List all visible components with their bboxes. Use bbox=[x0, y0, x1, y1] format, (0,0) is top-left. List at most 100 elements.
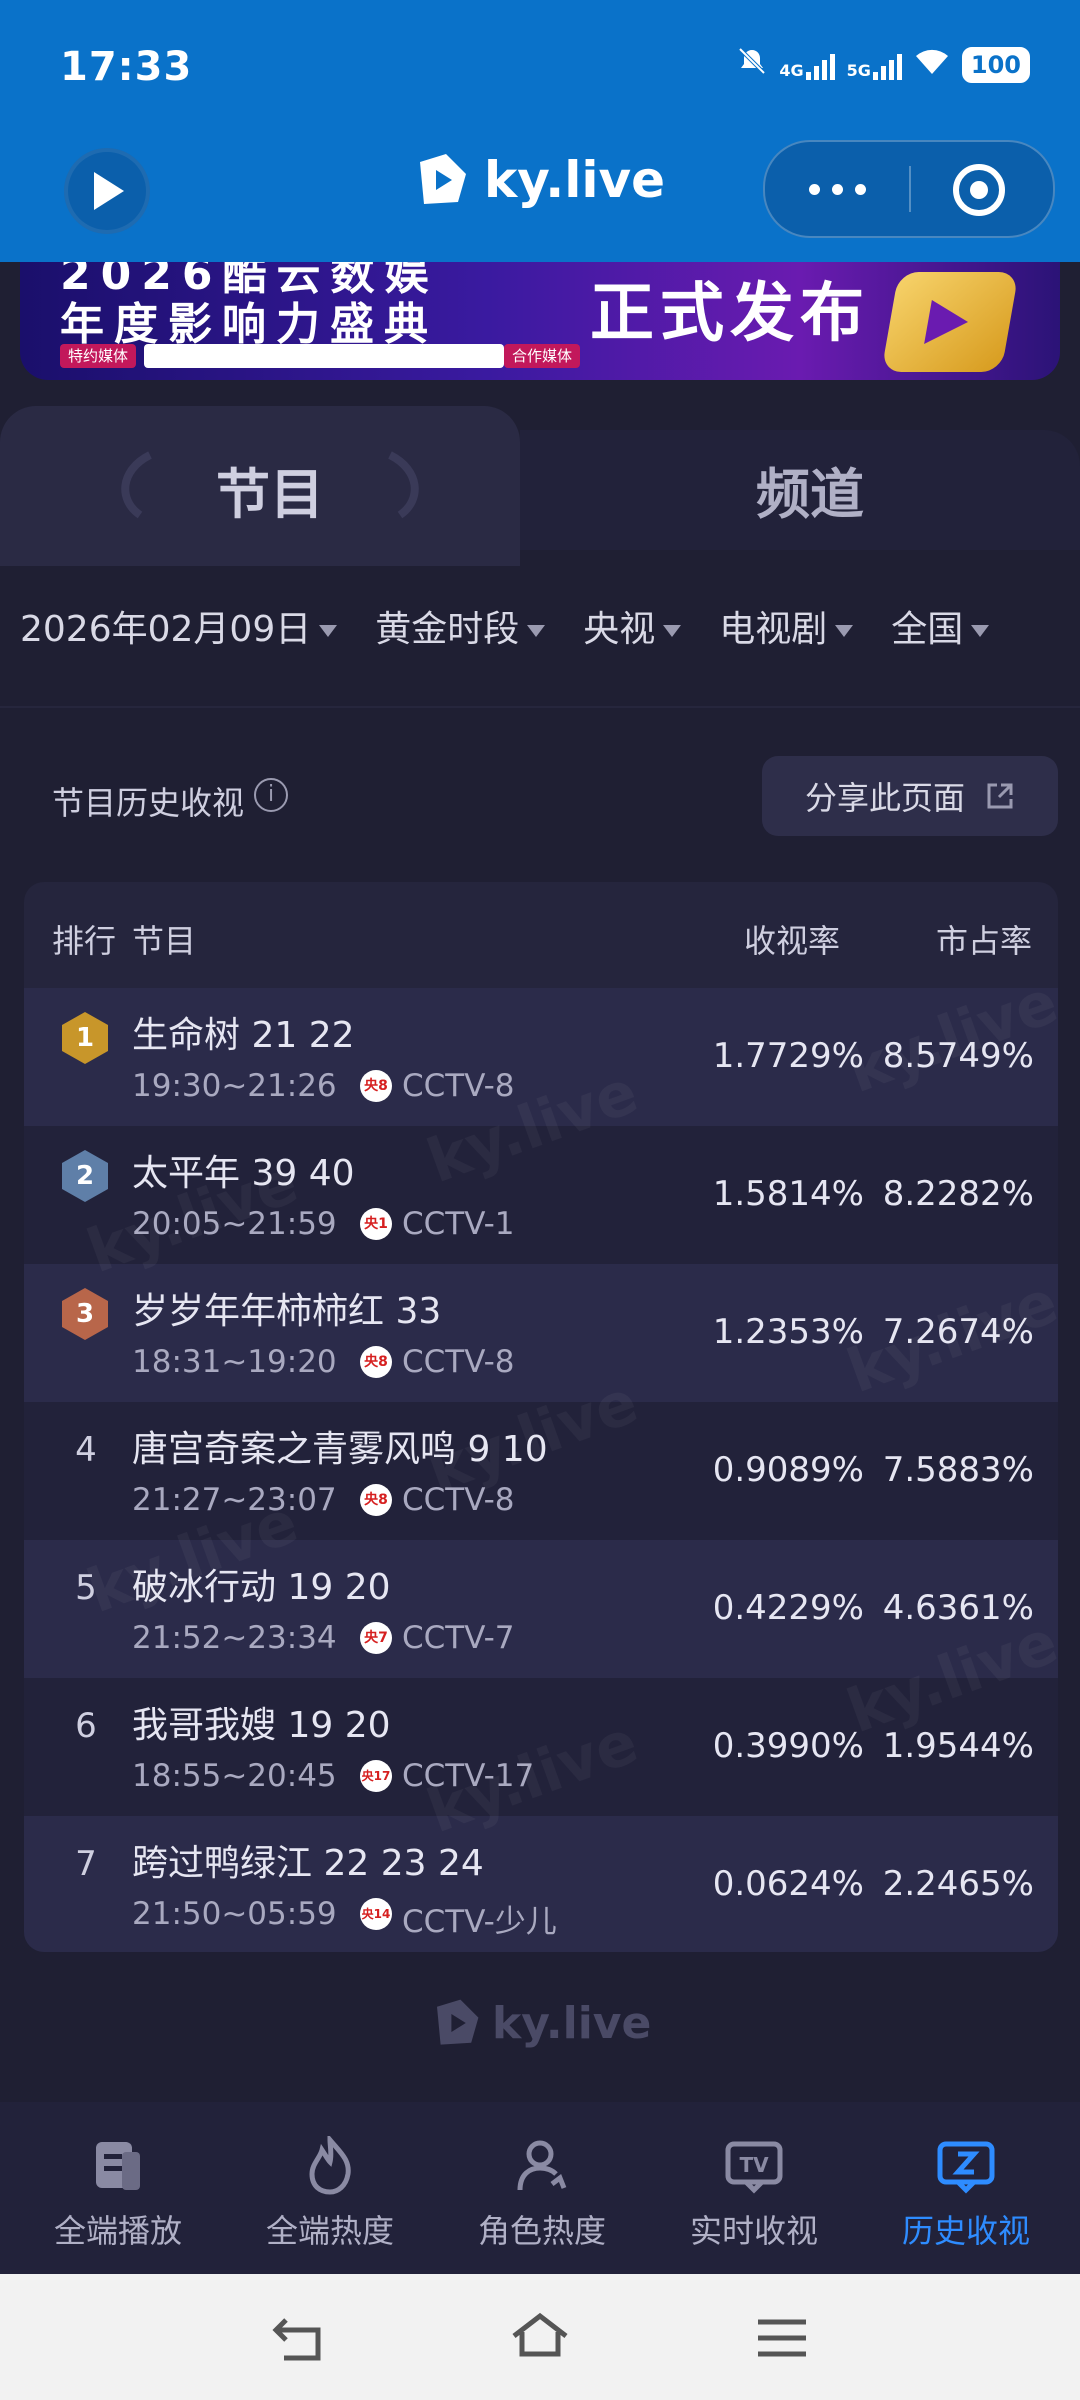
channel-logo-icon: 央17 bbox=[360, 1760, 392, 1792]
nav-item-history-rating[interactable]: 历史收视 bbox=[858, 2102, 1074, 2274]
back-icon[interactable] bbox=[270, 2314, 330, 2364]
rating-value: 1.2353% bbox=[712, 1312, 864, 1352]
mute-bell-icon bbox=[737, 46, 767, 83]
brand-name: ky.live bbox=[484, 151, 666, 209]
banner-headline: 正式发布 bbox=[590, 277, 870, 351]
external-link-icon bbox=[987, 783, 1013, 809]
nav-item-live-rating[interactable]: TV 实时收视 bbox=[646, 2102, 862, 2274]
caret-down-icon bbox=[319, 625, 338, 637]
caret-down-icon bbox=[835, 625, 854, 637]
wifi-icon bbox=[914, 46, 950, 83]
program-name: 岁岁年年柿柿红 33 bbox=[132, 1291, 442, 1332]
air-time: 19:30~21:26 bbox=[132, 1068, 337, 1104]
rank-number: 6 bbox=[75, 1706, 97, 1746]
share-page-button[interactable]: 分享此页面 bbox=[762, 756, 1058, 836]
battery-indicator: 100 bbox=[961, 46, 1030, 83]
rating-value: 0.4229% bbox=[712, 1588, 864, 1628]
brand-logo: ky.live bbox=[410, 150, 665, 210]
close-target-icon[interactable] bbox=[953, 164, 1005, 216]
filter-timeslot[interactable]: 黄金时段 bbox=[375, 600, 546, 652]
banner-tag-partner: 合作媒体 bbox=[504, 344, 581, 368]
kylive-logo-icon bbox=[437, 1999, 479, 2045]
laurel-left-icon bbox=[100, 450, 160, 524]
channel-name: CCTV-1 bbox=[402, 1206, 515, 1242]
rank-badge-silver: 2 bbox=[62, 1150, 108, 1202]
header-rank: 排行 bbox=[52, 922, 117, 960]
banner-logo-icon bbox=[881, 272, 1019, 372]
section-title: 节目历史收视 bbox=[52, 784, 245, 822]
person-icon bbox=[517, 2140, 567, 2191]
status-time: 17:33 bbox=[60, 44, 193, 90]
play-stats-icon bbox=[96, 2142, 140, 2190]
rating-value: 0.3990% bbox=[712, 1726, 864, 1766]
header-program: 节目 bbox=[132, 922, 197, 960]
rank-badge-bronze: 3 bbox=[62, 1288, 108, 1340]
play-logo-icon bbox=[94, 172, 124, 210]
promo-banner[interactable]: 2026酷云数娱 年度影响力盛典 正式发布 特约媒体 合作媒体 bbox=[20, 262, 1060, 380]
rank-badge-gold: 1 bbox=[62, 1012, 108, 1064]
program-name: 我哥我嫂 19 20 bbox=[132, 1705, 391, 1746]
status-icons: 4G 5G 100 bbox=[737, 46, 1030, 83]
laurel-right-icon bbox=[380, 450, 440, 524]
channel-logo-icon: 央8 bbox=[360, 1484, 392, 1516]
signal-5g: 5G bbox=[847, 50, 902, 80]
footer-logo: ky.live bbox=[428, 1996, 651, 2050]
filter-date[interactable]: 2026年02月09日 bbox=[20, 600, 338, 652]
filter-network[interactable]: 央视 bbox=[583, 600, 682, 652]
air-time: 18:31~19:20 bbox=[132, 1344, 337, 1380]
nav-label: 全端热度 bbox=[265, 2212, 394, 2250]
filter-bar: 2026年02月09日 黄金时段 央视 电视剧 全国 bbox=[20, 600, 990, 652]
nav-label: 全端播放 bbox=[53, 2212, 182, 2250]
more-icon[interactable] bbox=[765, 142, 909, 236]
system-nav-bar bbox=[0, 2274, 1080, 2400]
channel-name: CCTV-8 bbox=[402, 1068, 515, 1104]
channel-logo-icon: 央8 bbox=[360, 1346, 392, 1378]
channel-name: CCTV-8 bbox=[402, 1344, 515, 1380]
program-name: 生命树 21 22 bbox=[132, 1015, 355, 1056]
caret-down-icon bbox=[971, 625, 990, 637]
info-icon[interactable]: i bbox=[254, 778, 288, 812]
rating-value: 1.5814% bbox=[712, 1174, 864, 1214]
air-time: 18:55~20:45 bbox=[132, 1758, 337, 1794]
share-value: 7.5883% bbox=[882, 1450, 1034, 1490]
tv-icon: TV bbox=[725, 2141, 783, 2194]
header-share[interactable]: 市占率 bbox=[936, 916, 1032, 962]
nav-item-role-heat[interactable]: 角色热度 bbox=[434, 2102, 650, 2274]
channel-logo-icon: 央1 bbox=[360, 1208, 392, 1240]
nav-item-all-play[interactable]: 全端播放 bbox=[10, 2102, 226, 2274]
share-label: 分享此页面 bbox=[804, 779, 965, 817]
nav-label: 历史收视 bbox=[901, 2212, 1030, 2250]
filter-genre[interactable]: 电视剧 bbox=[719, 600, 854, 652]
rank-number: 4 bbox=[75, 1430, 97, 1470]
divider bbox=[0, 706, 1080, 708]
home-icon[interactable] bbox=[510, 2310, 570, 2360]
caret-down-icon bbox=[527, 625, 546, 637]
rating-value: 1.7729% bbox=[712, 1036, 864, 1076]
history-icon bbox=[937, 2141, 995, 2194]
channel-logo-icon: 央14 bbox=[360, 1898, 392, 1930]
table-header: 排行 节目 收视率 市占率 bbox=[24, 882, 1058, 990]
nav-label: 实时收视 bbox=[689, 2212, 818, 2250]
banner-tag-sponsor: 特约媒体 bbox=[60, 344, 137, 368]
tab-channel[interactable]: 频道 bbox=[756, 450, 864, 529]
capsule-divider bbox=[909, 166, 911, 212]
share-value: 8.2282% bbox=[882, 1174, 1034, 1214]
filter-region[interactable]: 全国 bbox=[891, 600, 990, 652]
channel-logo-icon: 央8 bbox=[360, 1070, 392, 1102]
svg-text:TV: TV bbox=[739, 2153, 769, 2177]
rating-value: 0.0624% bbox=[712, 1864, 864, 1904]
caret-down-icon bbox=[663, 625, 682, 637]
app-icon[interactable] bbox=[64, 148, 150, 234]
channel-name: CCTV-7 bbox=[402, 1620, 515, 1656]
miniapp-capsule bbox=[763, 140, 1055, 238]
air-time: 21:50~05:59 bbox=[132, 1896, 337, 1932]
header-rating[interactable]: 收视率 bbox=[744, 916, 840, 962]
menu-icon[interactable] bbox=[752, 2314, 812, 2364]
nav-item-all-heat[interactable]: 全端热度 bbox=[222, 2102, 438, 2274]
channel-name: CCTV-少儿 bbox=[402, 1904, 557, 1940]
share-value: 2.2465% bbox=[882, 1864, 1034, 1904]
program-name: 跨过鸭绿江 22 23 24 bbox=[132, 1843, 484, 1884]
tab-program[interactable]: 节目 bbox=[216, 450, 324, 529]
table-row[interactable]: 7 跨过鸭绿江 22 23 24 21:50~05:59 央14 CCTV-少儿… bbox=[24, 1816, 1058, 1952]
bottom-nav: 全端播放 全端热度 角色热度 TV 实时收视 历史收视 bbox=[0, 2102, 1080, 2274]
